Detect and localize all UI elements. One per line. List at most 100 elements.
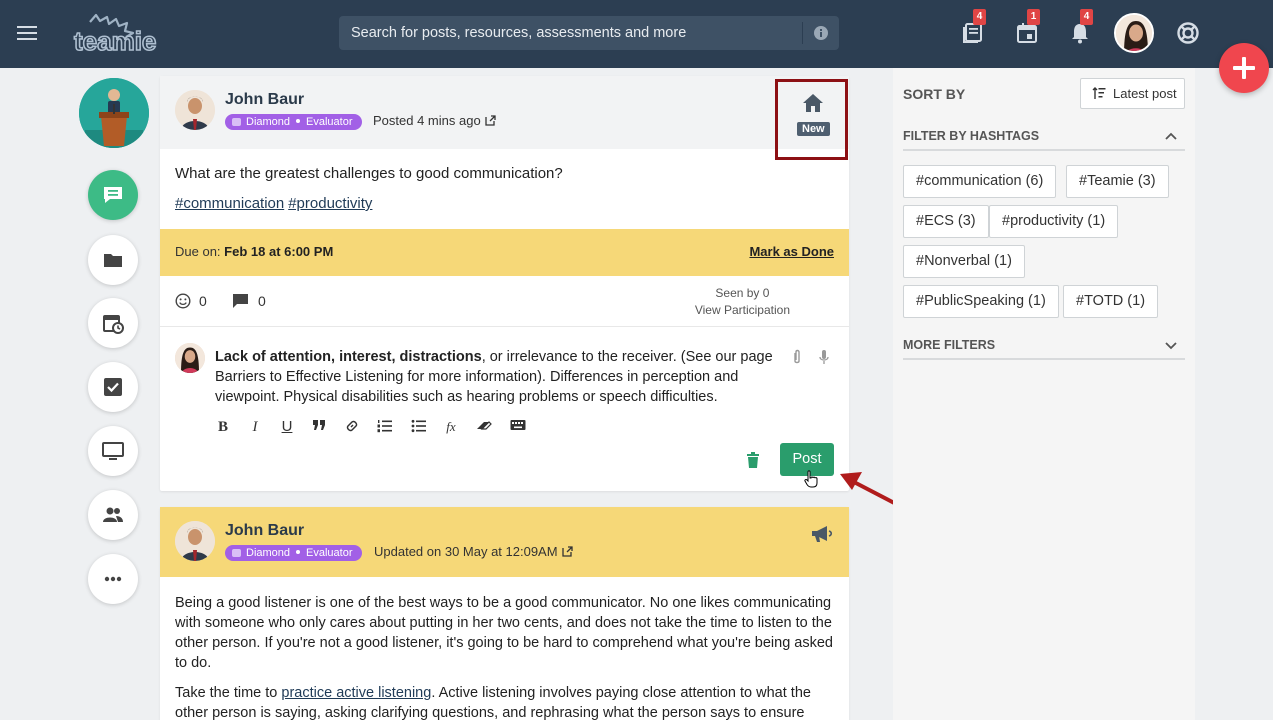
menu-icon[interactable] [16,22,38,44]
post-stats: 0 0 Seen by 0 View Participation [160,276,849,327]
hashtag-filter[interactable]: #productivity (1) [989,205,1119,238]
nav-tasks[interactable] [88,362,138,412]
link-button[interactable] [344,418,360,436]
more-filters-title[interactable]: MORE FILTERS [903,338,995,352]
reply-bold-text: Lack of attention, interest, distraction… [215,349,482,365]
microphone-icon[interactable] [818,349,830,365]
nav-assessments[interactable] [88,426,138,476]
role-type: Evaluator [306,547,353,559]
chevron-up-icon[interactable] [1165,132,1177,140]
italic-button[interactable]: I [247,418,263,436]
post-header: John Baur Diamond Evaluator Updated on 30… [160,507,849,577]
help-icon[interactable] [1176,21,1200,45]
nav-resources[interactable] [88,235,138,285]
comment-count: 0 [258,293,266,309]
teamie-logo[interactable]: teamie [72,10,168,54]
svg-text:teamie: teamie [74,26,156,54]
search-bar[interactable]: Search for posts, resources, assessments… [339,16,839,50]
sort-icon [1092,87,1106,99]
post-timestamp-text: Updated on 30 May at 12:09AM [374,544,558,559]
post-question: What are the greatest challenges to good… [175,165,563,182]
participation-info[interactable]: Seen by 0 View Participation [695,285,790,319]
author-name[interactable]: John Baur [225,522,304,540]
sort-dropdown[interactable]: Latest post [1080,78,1185,109]
calendar-button[interactable]: 1 [1015,9,1040,45]
search-placeholder: Search for posts, resources, assessments… [351,25,687,41]
formula-button[interactable]: fx [443,418,459,436]
megaphone-icon [812,526,833,542]
post-body-paragraph: Being a good listener is one of the best… [175,595,834,671]
sort-value: Latest post [1113,86,1177,101]
hashtag-link[interactable]: #communication [175,195,284,212]
user-avatar[interactable] [1114,13,1154,53]
attachment-icon[interactable] [791,349,803,365]
role-badge: Diamond Evaluator [225,114,362,130]
hashtag-link[interactable]: #productivity [288,195,372,212]
role-type: Evaluator [306,116,353,128]
comment-icon[interactable] [232,293,249,309]
filter-hashtags-title: FILTER BY HASHTAGS [903,129,1040,143]
bold-button[interactable]: B [215,418,231,436]
nav-more[interactable] [88,554,138,604]
reply-editor[interactable]: Lack of attention, interest, distraction… [215,347,775,407]
keyboard-button[interactable] [510,418,526,436]
author-name[interactable]: John Baur [225,91,304,109]
hashtag-filter[interactable]: #ECS (3) [903,205,989,238]
hashtag-filter[interactable]: #Teamie (3) [1066,165,1169,198]
role-separator [296,550,301,554]
trash-icon[interactable] [745,451,761,469]
seen-by: Seen by 0 [715,286,770,300]
quote-icon [313,420,325,430]
reply-avatar [175,343,205,373]
post-header: John Baur Diamond Evaluator Posted 4 mins… [160,76,849,149]
hashtag-filter[interactable]: #TOTD (1) [1063,285,1159,318]
quote-button[interactable] [311,418,327,436]
smiley-icon[interactable] [175,293,191,309]
numbered-list-button[interactable] [377,418,393,436]
nav-classroom[interactable] [88,170,138,220]
nav-people[interactable] [88,490,138,540]
post-card-announcement: John Baur Diamond Evaluator Updated on 30… [160,507,849,720]
active-listening-link[interactable]: practice active listening [281,685,431,701]
post-timestamp[interactable]: Updated on 30 May at 12:09AM [374,544,573,559]
role-level: Diamond [246,116,291,128]
eraser-button[interactable] [476,418,492,436]
underline-button[interactable]: U [279,418,295,436]
chevron-down-icon[interactable] [1165,342,1177,350]
post-timestamp[interactable]: Posted 4 mins ago [373,113,496,128]
info-icon[interactable] [813,25,829,41]
section-divider [903,358,1185,360]
notifications-button[interactable]: 4 [1068,9,1093,45]
schedule-icon [103,315,124,334]
external-link-icon [561,546,573,557]
bullet-list-button[interactable] [411,418,427,436]
due-date: Due on: Feb 18 at 6:00 PM [175,244,333,259]
group-avatar[interactable] [79,78,149,148]
folder-icon [104,254,122,267]
mark-as-done-link[interactable]: Mark as Done [749,244,834,259]
books-button[interactable]: 4 [961,9,986,45]
role-level: Diamond [246,547,291,559]
keyboard-icon [510,420,526,430]
hashtag-filter[interactable]: #PublicSpeaking (1) [903,285,1059,318]
post-hashtags: #communication #productivity [175,195,376,212]
hashtag-filter[interactable]: #communication (6) [903,165,1057,198]
hashtag-filter[interactable]: #Nonverbal (1) [903,245,1025,278]
due-label: Due on: [175,244,221,259]
post-body-paragraph: Take the time to practice active listeni… [175,683,835,720]
author-avatar[interactable] [175,90,215,130]
highlight-box [775,79,848,160]
create-plus-button[interactable] [1219,43,1269,93]
monitor-icon [102,442,124,460]
author-avatar[interactable] [175,521,215,561]
role-separator [296,119,301,123]
nav-schedule[interactable] [88,298,138,348]
view-participation-link[interactable]: View Participation [695,302,790,319]
due-bar: Due on: Feb 18 at 6:00 PM Mark as Done [160,229,849,276]
post-card-question: John Baur Diamond Evaluator Posted 4 mins… [160,76,849,491]
paragraph-text: Take the time to [175,685,282,701]
eraser-icon [477,421,492,430]
more-icon [104,576,122,582]
due-value: Feb 18 at 6:00 PM [224,244,334,259]
bullet-list-icon [411,419,426,433]
